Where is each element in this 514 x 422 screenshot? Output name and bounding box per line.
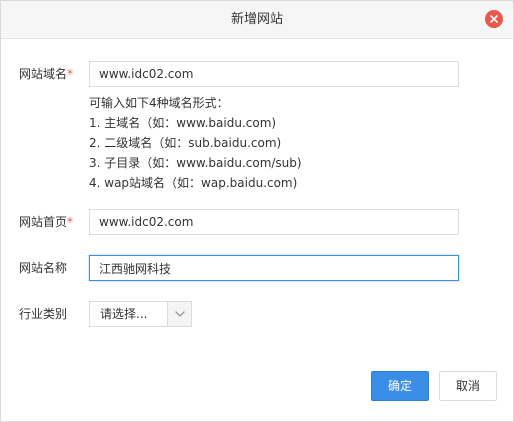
industry-select[interactable]: 请选择... (89, 301, 192, 327)
chevron-down-icon (174, 311, 185, 317)
industry-select-value: 请选择... (100, 307, 148, 321)
domain-hint-3: 3. 子目录（如：www.baidu.com/sub) (89, 156, 302, 170)
domain-input[interactable] (89, 61, 459, 87)
domain-hint-2: 2. 二级域名（如：sub.baidu.com) (89, 136, 282, 150)
homepage-required-mark: * (67, 215, 74, 229)
close-icon (490, 15, 498, 23)
site-name-label: 网站名称 (19, 261, 68, 275)
close-button[interactable] (485, 10, 503, 28)
dialog-titlebar: 新增网站 (1, 1, 513, 39)
add-website-dialog: 新增网站 网站域名* 可输入如下4种域名形式： 1. 主域名（如：www.bai… (0, 0, 514, 422)
site-name-input[interactable] (89, 255, 459, 281)
domain-label: 网站域名* (19, 61, 73, 87)
confirm-button[interactable]: 确定 (371, 371, 429, 401)
select-arrow-button[interactable] (167, 302, 191, 326)
industry-label: 行业类别 (19, 307, 68, 321)
homepage-label: 网站首页* (19, 209, 73, 235)
dialog-title: 新增网站 (230, 12, 283, 27)
domain-required-mark: * (67, 67, 74, 81)
domain-hint-1: 1. 主域名（如：www.baidu.com) (89, 116, 277, 130)
domain-hint-intro: 可输入如下4种域名形式： (89, 96, 229, 110)
cancel-button[interactable]: 取消 (439, 371, 497, 401)
homepage-input[interactable] (89, 209, 459, 235)
domain-hint-4: 4. wap站域名（如：wap.baidu.com) (89, 176, 298, 190)
homepage-label-text: 网站首页 (19, 215, 68, 229)
domain-label-text: 网站域名 (19, 67, 68, 81)
